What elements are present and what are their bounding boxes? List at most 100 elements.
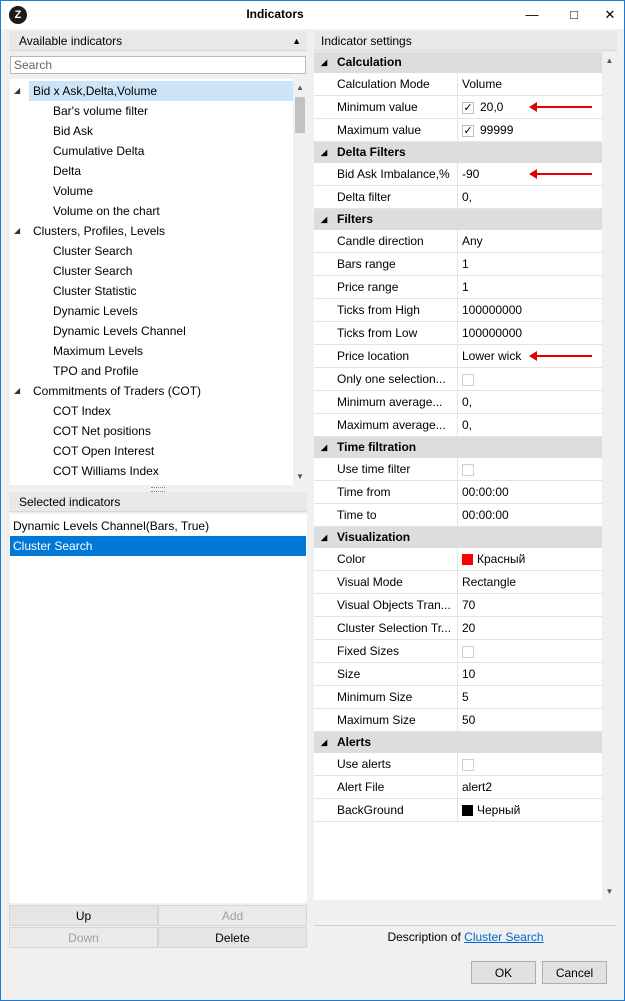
property-value[interactable]: Any xyxy=(462,230,600,252)
tree-item[interactable]: Cluster Statistic xyxy=(49,281,293,301)
tree-item[interactable]: Bar's volume filter xyxy=(49,101,293,121)
category-header[interactable]: ◢ Calculation xyxy=(314,52,602,73)
property-row[interactable]: Ticks from High 100000000 xyxy=(314,299,602,322)
tree-item[interactable]: Dynamic Levels Channel xyxy=(49,321,293,341)
search-input[interactable] xyxy=(10,56,306,74)
property-row[interactable]: Color Красный xyxy=(314,548,602,571)
minimize-button[interactable]: — xyxy=(519,3,545,27)
property-row[interactable]: Fixed Sizes xyxy=(314,640,602,663)
property-value[interactable]: 00:00:00 xyxy=(462,481,600,503)
property-value[interactable]: 20 xyxy=(462,617,600,639)
property-value[interactable]: ✓ 99999 xyxy=(462,119,600,141)
expand-toggle-icon[interactable]: ◢ xyxy=(14,381,24,401)
indicator-tree[interactable]: ◢ Bid x Ask,Delta,Volume Bar's volume filt… xyxy=(10,79,293,485)
property-value[interactable]: 100000000 xyxy=(462,322,600,344)
property-value[interactable]: 70 xyxy=(462,594,600,616)
property-row[interactable]: Bars range 1 xyxy=(314,253,602,276)
available-indicators-header[interactable]: Available indicators ▲ xyxy=(9,31,307,51)
property-value[interactable]: Volume xyxy=(462,73,600,95)
property-row[interactable]: Time to 00:00:00 xyxy=(314,504,602,527)
category-collapse-icon[interactable]: ◢ xyxy=(321,209,327,230)
up-button[interactable]: Up xyxy=(9,905,158,926)
tree-item[interactable]: COT Net positions xyxy=(49,421,293,441)
delete-button[interactable]: Delete xyxy=(158,927,307,948)
category-header[interactable]: ◢ Delta Filters xyxy=(314,142,602,163)
property-row[interactable]: Maximum Size 50 xyxy=(314,709,602,732)
tree-item[interactable]: Cluster Search xyxy=(49,261,293,281)
property-value[interactable] xyxy=(462,458,600,480)
tree-group-node[interactable]: Clusters, Profiles, Levels xyxy=(29,221,293,241)
property-row[interactable]: Minimum Size 5 xyxy=(314,686,602,709)
selected-indicator-item[interactable]: Dynamic Levels Channel(Bars, True) xyxy=(10,516,306,536)
settings-scroll-down-icon[interactable]: ▼ xyxy=(602,887,617,896)
property-row[interactable]: Ticks from Low 100000000 xyxy=(314,322,602,345)
category-header[interactable]: ◢ Time filtration xyxy=(314,437,602,458)
color-swatch[interactable] xyxy=(462,554,473,566)
property-row[interactable]: Calculation Mode Volume xyxy=(314,73,602,96)
tree-item[interactable]: TPO and Profile xyxy=(49,361,293,381)
property-value[interactable]: alert2 xyxy=(462,776,600,798)
category-collapse-icon[interactable]: ◢ xyxy=(321,142,327,163)
property-row[interactable]: Candle direction Any xyxy=(314,230,602,253)
property-row[interactable]: Visual Mode Rectangle xyxy=(314,571,602,594)
property-value[interactable]: 50 xyxy=(462,709,600,731)
property-value[interactable]: 0, xyxy=(462,186,600,208)
category-header[interactable]: ◢ Alerts xyxy=(314,732,602,753)
tree-item[interactable]: Volume on the chart xyxy=(49,201,293,221)
property-row[interactable]: Use alerts xyxy=(314,753,602,776)
property-row[interactable]: Maximum value ✓ 99999 xyxy=(314,119,602,142)
property-grid[interactable]: ◢ Calculation Calculation Mode Volume Minimu… xyxy=(314,52,602,900)
property-row[interactable]: Price range 1 xyxy=(314,276,602,299)
property-value[interactable] xyxy=(462,753,600,775)
tree-group-node[interactable]: Bid x Ask,Delta,Volume xyxy=(29,81,293,101)
property-row[interactable]: BackGround Черный xyxy=(314,799,602,822)
ok-button[interactable]: OK xyxy=(471,961,536,984)
scroll-thumb[interactable] xyxy=(295,97,305,133)
property-value[interactable]: 00:00:00 xyxy=(462,504,600,526)
property-value[interactable]: 0, xyxy=(462,391,600,413)
tree-item[interactable]: Maximum Levels xyxy=(49,341,293,361)
tree-item[interactable]: Dynamic Levels xyxy=(49,301,293,321)
category-collapse-icon[interactable]: ◢ xyxy=(321,527,327,548)
title-bar[interactable]: Z Indicators — □ ✕ xyxy=(1,1,624,29)
property-value[interactable] xyxy=(462,640,600,662)
settings-scrollbar[interactable]: ▲ ▼ xyxy=(602,52,617,900)
property-row[interactable]: Delta filter 0, xyxy=(314,186,602,209)
property-row[interactable]: Maximum average... 0, xyxy=(314,414,602,437)
property-row[interactable]: Visual Objects Tran... 70 xyxy=(314,594,602,617)
property-value[interactable]: 10 xyxy=(462,663,600,685)
checkbox[interactable]: ✓ xyxy=(462,101,474,114)
property-value[interactable]: Rectangle xyxy=(462,571,600,593)
settings-scroll-up-icon[interactable]: ▲ xyxy=(602,56,617,65)
property-row[interactable]: Cluster Selection Tr... 20 xyxy=(314,617,602,640)
property-row[interactable]: Alert File alert2 xyxy=(314,776,602,799)
checkbox[interactable] xyxy=(462,463,474,476)
property-value[interactable]: 100000000 xyxy=(462,299,600,321)
tree-item[interactable]: COT Index xyxy=(49,401,293,421)
expand-toggle-icon[interactable]: ◢ xyxy=(14,221,24,241)
property-row[interactable]: Only one selection... xyxy=(314,368,602,391)
tree-item[interactable]: Volume xyxy=(49,181,293,201)
add-button[interactable]: Add xyxy=(158,905,307,926)
tree-item[interactable]: COT Open Interest xyxy=(49,441,293,461)
selected-indicators-list[interactable]: Dynamic Levels Channel(Bars, True) Cluste… xyxy=(10,514,307,903)
checkbox[interactable] xyxy=(462,758,474,771)
property-value[interactable]: 1 xyxy=(462,253,600,275)
tree-item[interactable]: Cluster Search xyxy=(49,241,293,261)
checkbox[interactable] xyxy=(462,645,474,658)
property-row[interactable]: Size 10 xyxy=(314,663,602,686)
scroll-up-icon[interactable]: ▲ xyxy=(293,83,307,92)
tree-group-node[interactable]: Commitments of Traders (COT) xyxy=(29,381,293,401)
tree-item[interactable]: Delta xyxy=(49,161,293,181)
tree-item[interactable]: Cumulative Delta xyxy=(49,141,293,161)
maximize-button[interactable]: □ xyxy=(561,3,587,27)
expand-toggle-icon[interactable]: ◢ xyxy=(14,81,24,101)
property-value[interactable]: 1 xyxy=(462,276,600,298)
cancel-button[interactable]: Cancel xyxy=(542,961,607,984)
down-button[interactable]: Down xyxy=(9,927,158,948)
checkbox[interactable]: ✓ xyxy=(462,124,474,137)
close-button[interactable]: ✕ xyxy=(597,3,623,27)
property-value[interactable]: Черный xyxy=(462,799,600,821)
description-link[interactable]: Cluster Search xyxy=(464,930,543,944)
property-value[interactable]: Красный xyxy=(462,548,600,570)
